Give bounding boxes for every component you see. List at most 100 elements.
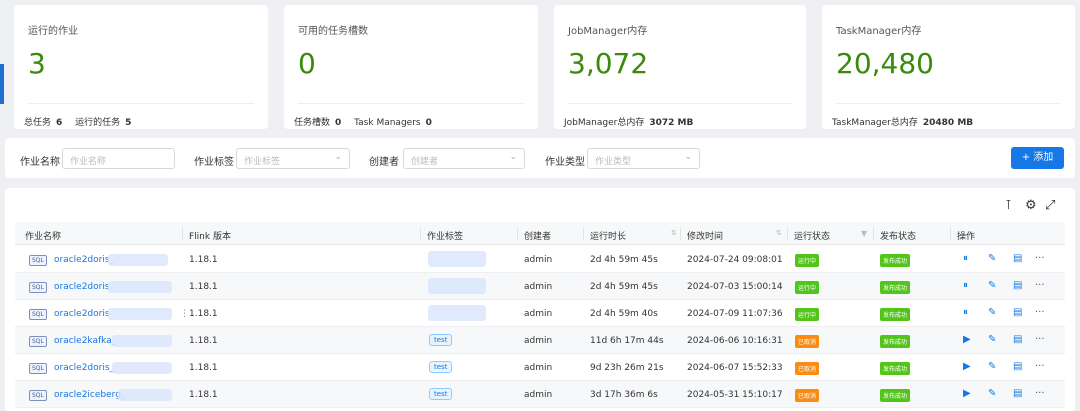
stat-foot-value: 0 bbox=[335, 118, 342, 128]
redacted-text bbox=[108, 281, 172, 293]
redacted-tag bbox=[428, 305, 486, 321]
modified-time: 2024-05-31 15:10:17 bbox=[687, 390, 783, 400]
status-badge: 发布成功 bbox=[880, 281, 911, 294]
modified-time: 2024-07-24 09:08:01 bbox=[687, 255, 783, 265]
details-icon[interactable]: ▤ bbox=[1013, 307, 1022, 318]
filter-label-job-tag: 作业标签 bbox=[194, 157, 234, 168]
column-header-duration[interactable]: 运行时长 bbox=[590, 229, 626, 242]
stat-foot-label: 总任务 bbox=[24, 118, 52, 128]
column-separator bbox=[517, 227, 518, 240]
more-icon[interactable]: ··· bbox=[1035, 388, 1045, 399]
edit-icon[interactable]: ✎ bbox=[988, 334, 996, 345]
flink-version: 1.18.1 bbox=[189, 282, 218, 292]
modified-time: 2024-07-03 15:00:14 bbox=[687, 282, 783, 292]
creator-placeholder: 创建者 bbox=[411, 157, 439, 167]
column-header-job-name: 作业名称 bbox=[25, 232, 62, 242]
more-icon[interactable]: ··· bbox=[1035, 280, 1045, 291]
job-tag-select[interactable]: 作业标签 ⌄ bbox=[236, 148, 350, 169]
column-separator bbox=[182, 227, 183, 240]
job-tag: test bbox=[429, 388, 453, 400]
job-tag: test bbox=[429, 334, 453, 346]
stat-foot-value: 20480 MB bbox=[922, 118, 974, 128]
fullscreen-icon[interactable]: ⤢ bbox=[1045, 198, 1055, 213]
more-icon[interactable]: ··· bbox=[1035, 361, 1045, 372]
stat-value: 0 bbox=[298, 47, 316, 80]
job-name-input[interactable]: 作业名称 bbox=[62, 148, 175, 169]
sql-icon: SQL bbox=[29, 255, 47, 266]
flink-version: 1.18.1 bbox=[189, 363, 218, 373]
details-icon[interactable]: ▤ bbox=[1013, 388, 1022, 399]
details-icon[interactable]: ▤ bbox=[1013, 280, 1022, 291]
column-header-run-status: 运行状态 bbox=[794, 232, 831, 242]
job-type-select[interactable]: 作业类型 ⌄ bbox=[587, 148, 700, 169]
stat-foot-value: 0 bbox=[425, 118, 432, 128]
pause-icon[interactable]: ⏸ bbox=[963, 307, 968, 318]
job-name-link[interactable]: oracle2kafka_ bbox=[54, 336, 116, 346]
column-height-icon[interactable]: ⊺ bbox=[1005, 198, 1012, 213]
stat-title: TaskManager内存 bbox=[836, 26, 922, 37]
stat-foot: 任务槽数 0 Task Managers 0 bbox=[294, 115, 442, 128]
creator: admin bbox=[524, 390, 553, 400]
job-name-link[interactable]: oracle2doris_ bbox=[54, 255, 114, 265]
divider bbox=[28, 103, 254, 104]
edit-icon[interactable]: ✎ bbox=[988, 253, 996, 264]
play-icon[interactable]: ▶ bbox=[963, 334, 971, 345]
edit-icon[interactable]: ✎ bbox=[988, 280, 996, 291]
edit-icon[interactable]: ✎ bbox=[988, 388, 996, 399]
column-header-publish-status: 发布状态 bbox=[880, 232, 917, 242]
creator-select[interactable]: 创建者 ⌄ bbox=[403, 148, 525, 169]
gear-icon[interactable]: ⚙ bbox=[1025, 198, 1037, 213]
more-icon[interactable]: ··· bbox=[1035, 334, 1045, 345]
sort-icon[interactable]: ⇅ bbox=[671, 229, 677, 237]
status-badge: 发布成功 bbox=[880, 362, 911, 375]
divider bbox=[298, 103, 524, 104]
stat-foot-label: Task Managers bbox=[354, 118, 421, 128]
pause-icon[interactable]: ⏸ bbox=[963, 280, 968, 291]
job-name-link[interactable]: oracle2doris bbox=[54, 309, 110, 319]
stat-card-available-slots: 可用的任务槽数 0 任务槽数 0 Task Managers 0 bbox=[284, 5, 538, 129]
details-icon[interactable]: ▤ bbox=[1013, 334, 1022, 345]
creator: admin bbox=[524, 363, 553, 373]
details-icon[interactable]: ▤ bbox=[1013, 361, 1022, 372]
filter-icon[interactable]: ▼ bbox=[861, 229, 867, 238]
status-badge: 已取消 bbox=[795, 335, 820, 348]
edit-icon[interactable]: ✎ bbox=[988, 361, 996, 372]
modified-time: 2024-06-07 15:52:33 bbox=[687, 363, 783, 373]
stat-title: 运行的作业 bbox=[28, 26, 78, 37]
more-icon[interactable]: ··· bbox=[1035, 253, 1045, 264]
creator: admin bbox=[524, 282, 553, 292]
job-tag-placeholder: 作业标签 bbox=[244, 157, 281, 167]
sort-icon[interactable]: ⇅ bbox=[776, 229, 782, 237]
details-icon[interactable]: ▤ bbox=[1013, 253, 1022, 264]
stat-foot-label: TaskManager总内存 bbox=[832, 118, 918, 128]
play-icon[interactable]: ▶ bbox=[963, 388, 971, 399]
column-header-flink-version: Flink 版本 bbox=[189, 232, 231, 242]
pause-icon[interactable]: ⏸ bbox=[963, 253, 968, 264]
add-button[interactable]: + 添加 bbox=[1011, 147, 1064, 169]
column-separator bbox=[873, 227, 874, 240]
column-header-job-tag: 作业标签 bbox=[427, 232, 464, 242]
job-name-link[interactable]: oracle2iceberg_ bbox=[54, 390, 125, 400]
stat-foot-value: 6 bbox=[56, 118, 63, 128]
divider bbox=[836, 103, 1061, 104]
sql-icon: SQL bbox=[29, 309, 47, 320]
creator: admin bbox=[524, 309, 553, 319]
stat-foot: 总任务 6 运行的任务 5 bbox=[24, 115, 141, 128]
job-name-link[interactable]: oracle2doris_ bbox=[54, 363, 114, 373]
column-separator bbox=[680, 227, 681, 240]
stat-title: 可用的任务槽数 bbox=[298, 26, 368, 37]
column-resize-handle[interactable]: ⋮ bbox=[180, 309, 189, 319]
creator: admin bbox=[524, 255, 553, 265]
status-badge: 发布成功 bbox=[880, 335, 911, 348]
redacted-text bbox=[118, 389, 172, 401]
column-separator bbox=[583, 227, 584, 240]
status-badge: 已取消 bbox=[795, 362, 820, 375]
column-header-modified-time[interactable]: 修改时间 bbox=[687, 229, 723, 242]
chevron-down-icon: ⌄ bbox=[509, 152, 517, 162]
job-name-link[interactable]: oracle2doris bbox=[54, 282, 110, 292]
stat-foot: TaskManager总内存 20480 MB bbox=[832, 115, 983, 128]
edit-icon[interactable]: ✎ bbox=[988, 307, 996, 318]
more-icon[interactable]: ··· bbox=[1035, 307, 1045, 318]
play-icon[interactable]: ▶ bbox=[963, 361, 971, 372]
stat-value: 3,072 bbox=[568, 47, 649, 80]
